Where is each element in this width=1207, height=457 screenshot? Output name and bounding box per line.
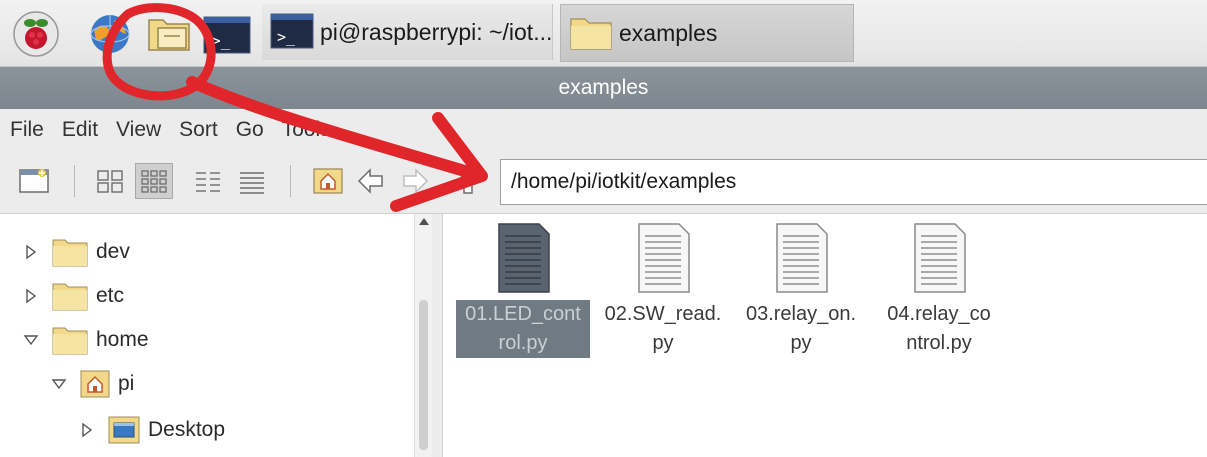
pane-divider[interactable]	[432, 214, 443, 457]
toolbar-separator	[74, 165, 75, 197]
forward-arrow-icon[interactable]	[400, 165, 432, 197]
scroll-up-arrow-icon[interactable]	[419, 218, 429, 225]
taskbar-item-terminal[interactable]: >_ pi@raspberrypi: ~/iot...	[262, 4, 553, 60]
scrollbar-thumb[interactable]	[419, 300, 428, 450]
sidebar-item-label: Desktop	[148, 418, 226, 441]
sidebar-scrollbar[interactable]	[414, 214, 433, 457]
taskbar-item-examples[interactable]: examples	[560, 4, 854, 62]
new-window-icon[interactable]	[18, 165, 50, 197]
collapse-arrow-icon[interactable]	[50, 375, 68, 393]
folder-icon	[44, 214, 80, 225]
menu-tools[interactable]: Tools	[282, 118, 331, 142]
folder-icon	[569, 14, 613, 52]
sidebar-item-dev[interactable]: dev	[22, 232, 130, 272]
compact-view-icon[interactable]	[192, 165, 224, 197]
folder-icon	[52, 325, 88, 355]
python-file-icon	[635, 222, 691, 294]
sidebar-item-pi[interactable]: pi	[50, 364, 134, 404]
file-name: 01.LED_cont rol.py	[456, 300, 590, 358]
sidebar-item-desktop[interactable]: Desktop	[78, 410, 225, 450]
menu-go[interactable]: Go	[236, 118, 264, 142]
menubar: File Edit View Sort Go Tools	[0, 109, 1207, 151]
file-name: 03.relay_on. py	[745, 303, 857, 354]
home-folder-icon	[80, 369, 110, 399]
python-file-icon	[773, 222, 829, 294]
sidebar-item-home[interactable]: home	[22, 320, 149, 360]
taskbar-item-label: pi@raspberrypi: ~/iot...	[320, 18, 552, 45]
file-name: 02.SW_read. py	[604, 303, 722, 354]
collapse-arrow-icon[interactable]	[22, 331, 40, 349]
window-title: examples	[0, 67, 1207, 109]
menu-sort[interactable]: Sort	[179, 118, 218, 142]
home-folder-icon[interactable]	[312, 165, 344, 197]
expand-arrow-icon[interactable]	[22, 287, 40, 305]
list-view-icon[interactable]	[236, 165, 268, 197]
back-arrow-icon[interactable]	[354, 165, 386, 197]
tree-row-partial	[14, 214, 80, 222]
sidebar-item-label: pi	[118, 372, 135, 395]
svg-text:>_: >_	[211, 31, 231, 50]
desktop-folder-icon	[108, 415, 140, 445]
file-item[interactable]: 04.relay_co ntrol.py	[869, 222, 1009, 358]
svg-text:>_: >_	[277, 28, 296, 46]
file-name: 04.relay_co ntrol.py	[887, 303, 991, 354]
sidebar-item-label: etc	[96, 284, 125, 307]
path-bar-input[interactable]: /home/pi/iotkit/examples	[500, 159, 1207, 205]
sidebar-item-label: home	[96, 328, 149, 351]
taskbar-item-label: examples	[619, 19, 718, 46]
folder-icon	[52, 281, 88, 311]
taskbar: >_ >_ pi@raspberrypi: ~/iot... examples	[0, 0, 1207, 67]
menu-file[interactable]: File	[10, 118, 44, 142]
toolbar: /home/pi/iotkit/examples	[0, 151, 1207, 214]
menu-view[interactable]: View	[116, 118, 161, 142]
expand-arrow-icon[interactable]	[22, 243, 40, 261]
sidebar-item-etc[interactable]: etc	[22, 276, 124, 316]
sidebar-item-label: dev	[96, 240, 130, 263]
sidebar-directory-tree: dev etc home pi Desktop	[0, 214, 433, 457]
python-file-icon	[495, 222, 551, 294]
thumbnail-view-icon[interactable]	[135, 163, 173, 199]
raspberry-pi-menu-icon[interactable]	[12, 10, 60, 58]
python-file-icon	[911, 222, 967, 294]
file-item[interactable]: 02.SW_read. py	[593, 222, 733, 358]
web-browser-globe-icon[interactable]	[88, 12, 132, 56]
terminal-icon: >_	[270, 13, 314, 51]
folder-icon	[52, 237, 88, 267]
menu-edit[interactable]: Edit	[62, 118, 98, 142]
file-manager-icon[interactable]	[146, 14, 192, 54]
toolbar-separator	[290, 165, 291, 197]
file-item[interactable]: 03.relay_on. py	[731, 222, 871, 358]
file-view: 01.LED_cont rol.py 02.SW_read. py 03.rel…	[443, 214, 1207, 457]
file-item[interactable]: 01.LED_cont rol.py	[453, 222, 593, 358]
expand-arrow-icon[interactable]	[78, 421, 96, 439]
terminal-icon[interactable]: >_	[203, 16, 251, 54]
up-arrow-icon[interactable]	[452, 165, 484, 197]
icon-view-icon[interactable]	[94, 165, 126, 197]
